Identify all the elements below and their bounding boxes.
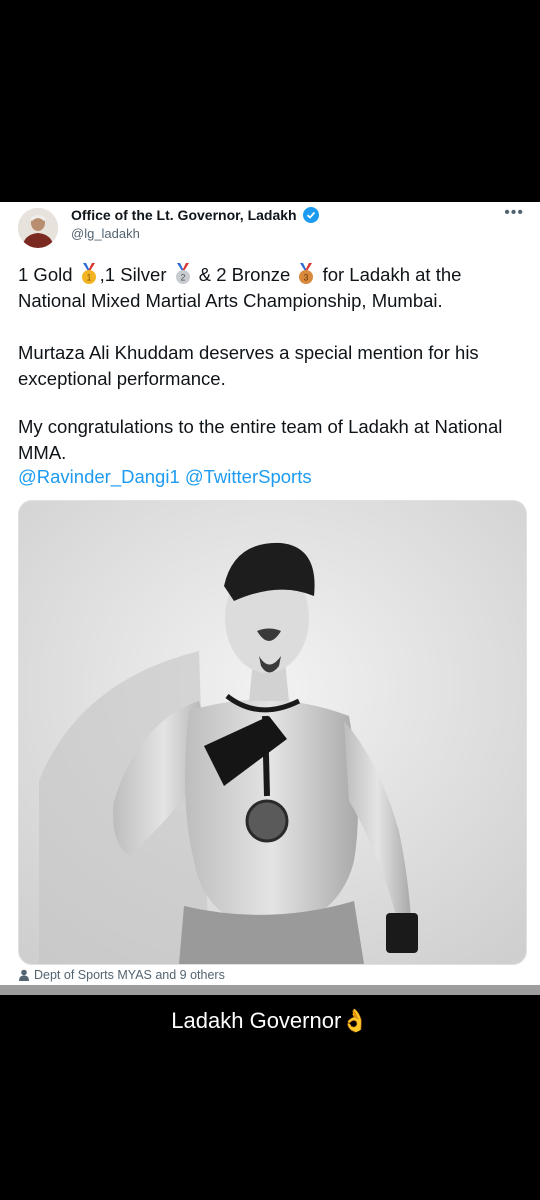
author-handle[interactable]: @lg_ladakh xyxy=(71,226,140,241)
tweet-mentions: @Ravinder_Dangi1 @TwitterSports xyxy=(18,464,518,490)
tweet-text-para3: My congratulations to the entire team of… xyxy=(18,416,503,463)
svg-text:3: 3 xyxy=(304,273,309,283)
svg-text:1: 1 xyxy=(86,273,91,283)
author-name[interactable]: Office of the Lt. Governor, Ladakh xyxy=(71,207,320,226)
svg-text:2: 2 xyxy=(180,273,185,283)
person-icon xyxy=(19,969,29,981)
tweet-text-para2: Murtaza Ali Khuddam deserves a special m… xyxy=(18,342,479,389)
more-options-icon[interactable]: ••• xyxy=(504,204,524,222)
divider-bar xyxy=(0,985,540,995)
mention-link[interactable]: @Ravinder_Dangi1 xyxy=(18,466,180,487)
mention-link[interactable]: @TwitterSports xyxy=(185,466,312,487)
author-avatar[interactable] xyxy=(18,208,58,248)
liked-by[interactable]: Dept of Sports MYAS and 9 others xyxy=(18,968,225,982)
tweet-card: Office of the Lt. Governor, Ladakh @lg_l… xyxy=(0,202,540,995)
tweet-text-line2: National Mixed Martial Arts Championship… xyxy=(18,290,443,311)
post-caption: Ladakh Governor👌 xyxy=(171,1008,369,1033)
tweet-photo[interactable] xyxy=(18,500,527,965)
verified-badge-icon xyxy=(303,207,320,226)
